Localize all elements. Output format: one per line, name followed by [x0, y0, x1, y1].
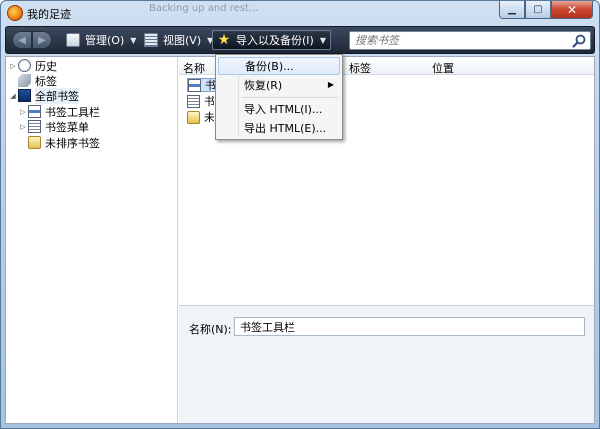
- search-box: [349, 31, 591, 50]
- menu-item-export-html[interactable]: 导出 HTML(E)...: [218, 119, 340, 137]
- close-button[interactable]: ✕: [551, 1, 593, 19]
- back-arrow-icon: ◀: [18, 34, 26, 46]
- organize-button[interactable]: 管理(O) ▼: [62, 30, 140, 50]
- row-label: 书签菜单: [204, 95, 214, 108]
- folder-tree: ▷ 历史 标签 ◢ 全部书签 ▷ 书签工具栏 ▷ 书签菜单 未排序书签: [6, 57, 178, 423]
- column-name-header[interactable]: 名称: [183, 60, 205, 76]
- sidebar-item-label: 全部书签: [35, 87, 79, 104]
- all-bookmarks-icon: [18, 89, 31, 102]
- firefox-app-icon: [7, 5, 23, 21]
- collapse-arrow-icon[interactable]: ◢: [8, 92, 18, 100]
- maximize-button[interactable]: ▢: [525, 1, 551, 19]
- minimize-button[interactable]: ▁: [499, 1, 525, 19]
- sidebar-item-label: 未排序书签: [45, 136, 100, 150]
- menu-item-restore[interactable]: 恢复(R) ▶: [218, 76, 340, 94]
- window-controls: ▁ ▢ ✕: [499, 1, 593, 20]
- title-bar[interactable]: 我的足迹 Backing up and rest... ▁ ▢ ✕: [1, 1, 599, 25]
- sidebar-item-tags[interactable]: 标签: [8, 73, 57, 88]
- menu-separator: [242, 97, 338, 98]
- views-button[interactable]: 视图(V) ▼: [140, 30, 217, 50]
- chevron-down-icon: ▼: [130, 35, 137, 45]
- sidebar-item-history[interactable]: ▷ 历史: [8, 58, 57, 73]
- organize-icon: [66, 33, 80, 47]
- close-icon: ✕: [566, 2, 578, 17]
- row-label: 未排序书签: [204, 111, 214, 124]
- table-row[interactable]: 书签菜单: [187, 94, 214, 108]
- name-field[interactable]: [234, 317, 585, 336]
- sidebar-item-bookmarks-menu[interactable]: ▷ 书签菜单: [18, 119, 89, 134]
- expand-arrow-icon[interactable]: ▷: [18, 108, 28, 116]
- import-backup-menu: 备份(B)... 恢复(R) ▶ 导入 HTML(I)... 导出 HTML(E…: [215, 54, 343, 140]
- menu-item-import-html[interactable]: 导入 HTML(I)...: [218, 100, 340, 118]
- back-button[interactable]: ◀: [12, 31, 32, 49]
- sidebar-item-bookmarks-toolbar[interactable]: ▷ 书签工具栏: [18, 104, 100, 119]
- star-icon: ★: [217, 32, 231, 48]
- expand-arrow-icon[interactable]: ▷: [8, 62, 18, 70]
- organize-label: 管理(O): [85, 34, 125, 47]
- history-icon: [18, 59, 31, 72]
- bookmarks-toolbar-icon: [188, 78, 201, 92]
- forward-arrow-icon: ▶: [38, 34, 46, 46]
- bookmarks-menu-icon: [187, 94, 200, 108]
- unsorted-bookmarks-icon: [187, 110, 200, 124]
- forward-button[interactable]: ▶: [32, 31, 52, 49]
- table-row[interactable]: 未排序书签: [187, 110, 214, 124]
- column-location-header[interactable]: 位置: [432, 60, 454, 76]
- tag-icon: [18, 74, 31, 87]
- expand-arrow-icon[interactable]: ▷: [18, 123, 28, 131]
- search-input[interactable]: [355, 33, 565, 48]
- maximize-icon: ▢: [533, 4, 543, 15]
- menu-item-label: 导入 HTML(I)...: [244, 103, 323, 116]
- submenu-arrow-icon: ▶: [327, 80, 334, 89]
- menu-item-label: 导出 HTML(E)...: [244, 122, 327, 135]
- library-toolbar: ◀ ▶ 管理(O) ▼ 视图(V) ▼ ★ 导入以及备份(I) ▼: [5, 26, 595, 54]
- background-tab-title: Backing up and rest...: [149, 3, 259, 14]
- unsorted-bookmarks-icon: [28, 136, 41, 149]
- library-window: 我的足迹 Backing up and rest... ▁ ▢ ✕ ◀ ▶ 管理…: [0, 0, 600, 429]
- row-label: 书签工具栏: [205, 79, 215, 92]
- menu-item-label: 恢复(R): [244, 79, 283, 92]
- sidebar-item-label: 历史: [35, 59, 57, 73]
- sidebar-item-unsorted-bookmarks[interactable]: 未排序书签: [18, 135, 100, 150]
- import-backup-label: 导入以及备份(I): [236, 34, 314, 47]
- menu-item-backup[interactable]: 备份(B)...: [218, 57, 340, 75]
- sidebar-item-label: 书签菜单: [45, 120, 89, 134]
- bookmarks-toolbar-icon: [28, 105, 41, 118]
- chevron-down-icon: ▼: [319, 35, 326, 45]
- views-label: 视图(V): [163, 34, 202, 47]
- column-tags-header[interactable]: 标签: [349, 60, 371, 76]
- minimize-icon: ▁: [508, 4, 516, 15]
- views-icon: [144, 33, 158, 47]
- sidebar-item-label: 标签: [35, 74, 57, 88]
- import-backup-button[interactable]: ★ 导入以及备份(I) ▼: [212, 30, 331, 50]
- bookmarks-menu-icon: [28, 120, 41, 133]
- search-icon[interactable]: [572, 34, 586, 48]
- name-field-label: 名称(N):: [189, 323, 232, 336]
- sidebar-item-label: 书签工具栏: [45, 105, 100, 119]
- details-pane: 名称(N):: [179, 305, 594, 423]
- sidebar-item-all-bookmarks[interactable]: ◢ 全部书签: [8, 87, 79, 104]
- menu-item-label: 备份(B)...: [245, 60, 294, 73]
- window-title: 我的足迹: [27, 8, 71, 21]
